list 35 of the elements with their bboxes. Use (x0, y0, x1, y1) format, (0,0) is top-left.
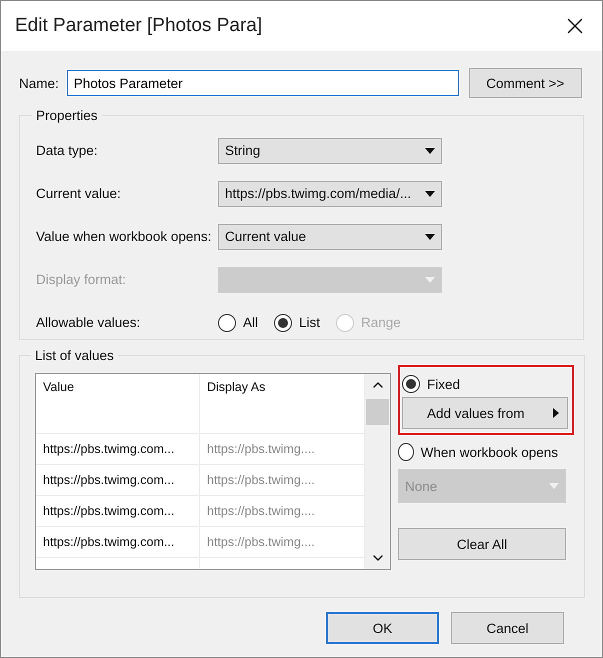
dialog-button[interactable]: Cancel (451, 612, 564, 644)
dropdown[interactable]: https://pbs.twimg.com/media/... (218, 180, 442, 206)
field-label: Current value: (36, 186, 121, 201)
name-field[interactable]: Photos Parameter (66, 70, 459, 96)
dropdown[interactable]: String (218, 138, 442, 164)
scroll-thumb[interactable] (366, 399, 389, 425)
radio-option[interactable]: Fixed (402, 371, 552, 397)
table-cell: https://pbs.twimg.com... (36, 465, 200, 496)
radio-option[interactable]: When workbook opens (398, 435, 558, 469)
table-cell: https://pbs.twimg.com... (36, 434, 200, 465)
add-values-button[interactable]: Add values from (402, 397, 568, 429)
dropdown-caret-icon (425, 276, 435, 282)
clear-all-button[interactable]: Clear All (398, 528, 566, 560)
column-header: Value (36, 374, 200, 434)
radio-option[interactable]: List (274, 314, 320, 332)
submenu-arrow-icon (553, 408, 559, 418)
list-of-values-title: List of values (34, 348, 115, 363)
field-label: Data type: (36, 143, 98, 158)
dropdown-caret-icon (425, 190, 435, 196)
scrollbar[interactable] (365, 374, 390, 569)
name-label: Name: (19, 76, 59, 90)
dropdown-caret-icon (549, 483, 559, 489)
dropdown-caret-icon (425, 234, 435, 240)
comment-button[interactable]: Comment >> (468, 68, 582, 98)
properties-title: Properties (35, 108, 99, 123)
table-cell: https://pbs.twimg.com... (36, 527, 200, 558)
field-label: Value when workbook opens: (36, 229, 212, 244)
window-title: Edit Parameter [Photos Para] (15, 15, 262, 37)
dialog-button[interactable]: OK (326, 612, 439, 644)
dropdown-caret-icon (425, 148, 435, 154)
field-label: Display format: (36, 272, 126, 287)
field-label: Allowable values: (36, 315, 140, 330)
radio-option[interactable]: All (218, 314, 258, 332)
dropdown[interactable]: Current value (218, 224, 442, 250)
table-cell: https://pbs.twimg.com... (36, 496, 200, 527)
